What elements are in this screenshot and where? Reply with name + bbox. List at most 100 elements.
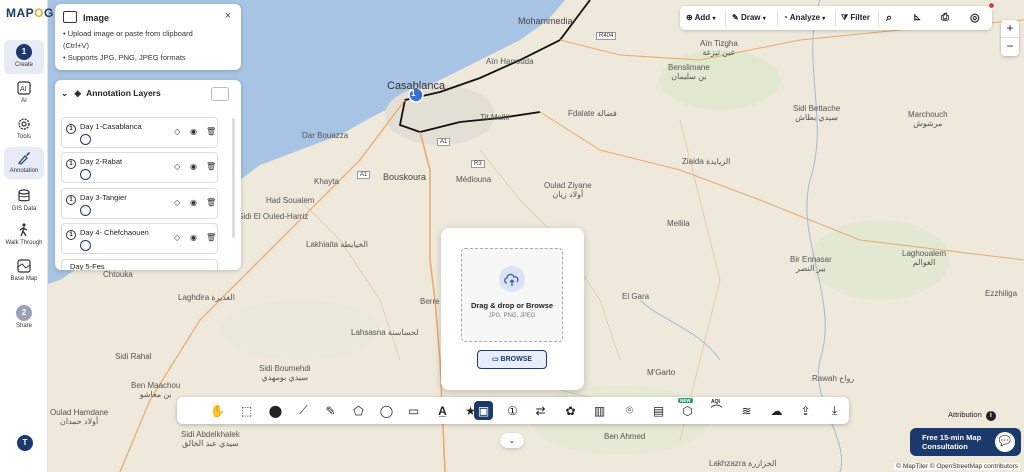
zoom-out-button[interactable]: − xyxy=(1001,38,1019,56)
pencil-icon[interactable]: ✎ xyxy=(321,401,340,420)
aqi-label: AQI xyxy=(711,399,720,405)
numbered-marker-icon: 1 xyxy=(66,124,76,134)
layer-row-day-2[interactable]: 1 Day 2-Rabat ◇ ◉ 🗑 xyxy=(61,152,218,183)
upload-icon[interactable]: ⇪ xyxy=(796,401,815,420)
numbered-marker-icon[interactable]: ① xyxy=(503,401,522,420)
text-icon[interactable]: A̲ xyxy=(433,401,452,420)
add-button[interactable]: ⊕ Add ▾ xyxy=(686,6,715,30)
locate-icon[interactable]: ◎ xyxy=(970,6,980,30)
rail-item-tools[interactable]: Tools xyxy=(4,116,44,140)
map-label-ben-ahmed: Ben Ahmed xyxy=(604,432,646,441)
map-attribution[interactable]: © MapTiler © OpenStreetMap contributors xyxy=(894,463,1020,470)
layer-row-day-3[interactable]: 1 Day 3-Tangier ◇ ◉ 🗑 xyxy=(61,188,218,219)
image-tool-icon[interactable]: ▣ xyxy=(474,401,493,420)
trash-icon[interactable]: 🗑 xyxy=(206,198,216,207)
diamond-icon[interactable]: ◇ xyxy=(174,198,180,207)
map-label-rawah: Rawah رواح xyxy=(812,374,855,383)
map-label-sidi-boumehdi: Sidi Boumehdi سيدي بومهدي xyxy=(259,364,311,383)
walking-person-icon xyxy=(19,223,28,237)
diamond-icon[interactable]: ◇ xyxy=(174,127,180,136)
trash-icon[interactable]: 🗑 xyxy=(206,162,216,171)
toolbar-divider xyxy=(777,10,778,26)
map-label-lahsasna: Lahsasna لحساسنة xyxy=(351,328,419,337)
zoom-in-button[interactable]: + xyxy=(1001,20,1019,38)
map-label-benslimane: Benslimane بن سليمان xyxy=(668,63,710,82)
buildings-icon[interactable]: ▥ xyxy=(590,401,609,420)
marker-icon[interactable]: ⬤ xyxy=(266,401,285,420)
annotation-layers-panel: ⌄ ◈ Annotation Layers 1 Day 1-Casablanca… xyxy=(55,80,241,270)
browse-button[interactable]: ▭ BROWSE xyxy=(477,350,547,369)
area-icon[interactable]: ✿ xyxy=(561,401,580,420)
print-icon[interactable]: ⎙ xyxy=(941,6,949,30)
rail-item-share[interactable]: 2 Share xyxy=(4,305,44,329)
rail-item-annotation[interactable]: Annotation xyxy=(4,147,44,179)
layers-icon: ◈ xyxy=(74,88,82,98)
filter-button[interactable]: ⧩ Filter xyxy=(841,6,870,30)
rail-item-label: Tools xyxy=(16,134,31,140)
route-icon[interactable]: ⇄ xyxy=(531,401,550,420)
unused xyxy=(210,401,229,420)
analyze-button[interactable]: ◔ Analyze ▾ xyxy=(783,6,825,30)
map-label-ouled-harriz: Sidi El Ouled-Harriz xyxy=(238,212,309,221)
trash-icon[interactable]: 🗑 xyxy=(206,127,216,136)
folder-icon[interactable] xyxy=(211,87,229,101)
layers-scrollbar[interactable] xyxy=(232,118,235,238)
map-label-casablanca: Casablanca xyxy=(387,80,446,92)
line-icon[interactable]: ⟋ xyxy=(294,401,313,420)
polygon-icon[interactable]: ⬠ xyxy=(349,401,368,420)
bottom-toolbar: ✋ ⬚ ⬤ ⟋ ✎ ⬠ ◯ ▭ A̲ ★ ▣ ① ⇄ ✿ ▥ ⌾ ▤ ⬡ NEW… xyxy=(177,397,849,424)
rail-item-create[interactable]: 1 Create xyxy=(4,40,44,74)
search-icon[interactable]: ⌕ xyxy=(886,6,892,30)
layer-row-day-1[interactable]: 1 Day 1-Casablanca ◇ ◉ 🗑 xyxy=(61,117,218,148)
left-rail: MAPOG 1 Create AI AI Tools Annotation GI… xyxy=(0,0,53,472)
user-avatar[interactable]: T xyxy=(17,435,33,451)
road-shield: R3 xyxy=(471,160,485,168)
chevron-right-icon[interactable]: › xyxy=(49,6,52,17)
image-panel-title: Image xyxy=(83,13,110,23)
layer-name: Day 4- Chefchaouen xyxy=(80,228,149,237)
circle-icon[interactable]: ◯ xyxy=(377,401,396,420)
layer-row-day-5[interactable]: Day 5-Fes xyxy=(61,259,218,270)
map-label-ezzhiliga: Ezzhiliga xyxy=(985,289,1018,298)
rail-item-gis-data[interactable]: GIS Data xyxy=(4,188,44,212)
annotation-layers-header[interactable]: ⌄ ◈ Annotation Layers xyxy=(61,88,161,99)
attribution-toggle[interactable]: Attribution i xyxy=(948,410,996,421)
mapog-logo[interactable]: MAPOG xyxy=(6,6,54,20)
wind-icon[interactable]: ≋ xyxy=(737,401,756,420)
download-icon[interactable]: ⤓ xyxy=(825,401,844,420)
map-label-laghdira: Laghdira الغديرة xyxy=(178,293,235,302)
rail-item-ai[interactable]: AI AI xyxy=(4,80,44,104)
weather-icon[interactable]: ☁ xyxy=(767,401,786,420)
close-icon[interactable]: × xyxy=(225,10,231,22)
rail-item-walk-through[interactable]: Walk Through xyxy=(4,222,44,246)
chevron-down-icon[interactable]: ⌄ xyxy=(61,88,68,98)
camera-icon[interactable]: ⌾ xyxy=(620,401,639,420)
eye-icon[interactable]: ◉ xyxy=(190,162,197,171)
collapse-toolbar-button[interactable]: ⌄ xyxy=(500,433,524,448)
layer-name: Day 3-Tangier xyxy=(80,193,127,202)
measure-icon[interactable]: ⊾ xyxy=(913,6,921,30)
map-label-mohammedia: Mohammedia xyxy=(518,16,573,26)
rectangle-icon[interactable]: ▭ xyxy=(404,401,423,420)
database-icon xyxy=(18,189,30,202)
toolbar-divider xyxy=(835,10,836,26)
diamond-icon[interactable]: ◇ xyxy=(174,233,180,242)
layer-row-day-4[interactable]: 1 Day 4- Chefchaouen ◇ ◉ 🗑 xyxy=(61,223,218,254)
chevron-down-icon: ⌄ xyxy=(508,436,516,445)
eye-icon[interactable]: ◉ xyxy=(190,127,197,136)
drop-zone[interactable]: Drag & drop or Browse JPG, PNG, JPEG xyxy=(461,248,563,342)
aqi-icon[interactable]: ⌒ AQI xyxy=(707,399,726,420)
gallery-icon[interactable]: ▤ xyxy=(649,401,668,420)
rail-item-label: AI xyxy=(21,98,27,104)
draw-button[interactable]: ✎ Draw ▾ xyxy=(732,6,766,30)
road-shield: A1 xyxy=(357,171,371,179)
eye-icon[interactable]: ◉ xyxy=(190,198,197,207)
trash-icon[interactable]: 🗑 xyxy=(206,233,216,242)
3d-cube-icon[interactable]: ⬡ NEW xyxy=(678,398,697,420)
consultation-button[interactable]: Free 15-min Map Consultation 💬 xyxy=(910,428,1021,456)
cloud-upload-icon xyxy=(499,266,525,292)
chat-icon: 💬 xyxy=(995,432,1015,452)
diamond-icon[interactable]: ◇ xyxy=(174,162,180,171)
rail-item-base-map[interactable]: Base Map xyxy=(4,258,44,282)
eye-icon[interactable]: ◉ xyxy=(190,233,197,242)
